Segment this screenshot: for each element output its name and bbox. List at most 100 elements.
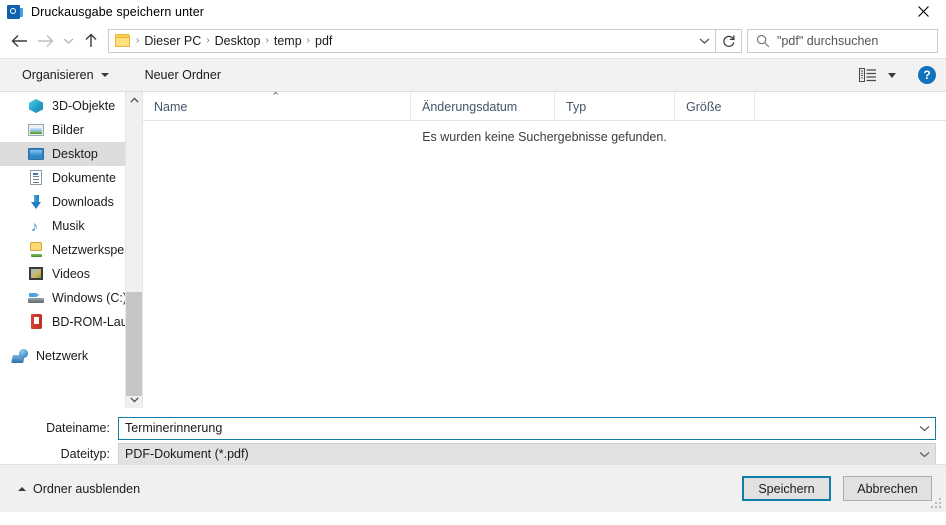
new-folder-label: Neuer Ordner	[144, 68, 222, 82]
dialog-footer: Ordner ausblenden Speichern Abbrechen	[0, 464, 946, 512]
column-header-name[interactable]: Name ⌃	[143, 91, 411, 120]
column-header-row: Name ⌃ Änderungsdatum Typ Größe	[143, 92, 946, 121]
breadcrumb-item-0[interactable]: Dieser PC	[140, 34, 205, 48]
toolbar-right-group: ?	[857, 66, 936, 84]
search-icon	[756, 34, 770, 47]
organize-label: Organisieren	[22, 68, 94, 82]
music-icon: ♪	[31, 218, 38, 234]
outlook-icon	[7, 4, 23, 20]
sidebar-item-label: Dokumente	[52, 171, 116, 185]
sidebar-item-label: Netzwerk	[36, 349, 89, 363]
hard-drive-icon	[28, 290, 45, 306]
network-drive-icon	[28, 242, 45, 258]
cancel-label: Abbrechen	[857, 481, 918, 496]
optical-drive-icon	[28, 314, 45, 330]
toolbar: Organisieren Neuer Ordner ?	[0, 58, 946, 92]
title-bar: Druckausgabe speichern unter	[0, 0, 946, 23]
column-header-size[interactable]: Größe	[675, 93, 755, 120]
column-label: Änderungsdatum	[422, 99, 518, 114]
desktop-icon	[28, 146, 45, 162]
picture-icon	[28, 122, 45, 138]
hide-folders-button[interactable]: Ordner ausblenden	[18, 482, 140, 496]
address-bar: › Dieser PC › Desktop › temp › pdf "pdf"…	[0, 23, 946, 58]
up-button[interactable]	[78, 28, 104, 54]
network-icon	[12, 348, 29, 364]
sidebar-item-label: Bilder	[52, 123, 84, 137]
sidebar-item-label: Videos	[52, 267, 90, 281]
sidebar-item-bd-rom-laufwerk[interactable]: BD-ROM-Laufw	[0, 310, 142, 334]
filename-value: Terminerinnerung	[125, 421, 223, 435]
refresh-icon[interactable]	[716, 28, 742, 53]
window-title: Druckausgabe speichern unter	[31, 4, 205, 19]
organize-button[interactable]: Organisieren	[18, 62, 113, 88]
view-chevron-down-icon[interactable]	[888, 72, 896, 78]
sidebar-item-windows-c[interactable]: Windows (C:)	[0, 286, 142, 310]
sidebar-item-downloads[interactable]: Downloads	[0, 190, 142, 214]
file-list-pane: Name ⌃ Änderungsdatum Typ Größe Es wurde…	[143, 92, 946, 408]
filetype-chevron-down-icon[interactable]	[919, 444, 930, 465]
view-list-icon[interactable]	[857, 66, 879, 84]
sidebar-item-label: Downloads	[52, 195, 114, 209]
search-placeholder: "pdf" durchsuchen	[777, 33, 879, 48]
empty-state-message: Es wurden keine Suchergebnisse gefunden.	[422, 130, 667, 144]
sort-ascending-icon: ⌃	[271, 91, 281, 103]
cube-icon	[28, 98, 45, 114]
column-label: Größe	[686, 99, 722, 114]
filetype-value: PDF-Dokument (*.pdf)	[125, 447, 249, 461]
column-label: Name	[154, 99, 188, 114]
sidebar-item-label: Desktop	[52, 147, 98, 161]
sidebar-item-label: Windows (C:)	[52, 291, 128, 305]
help-label: ?	[923, 68, 931, 82]
hide-folders-label: Ordner ausblenden	[33, 481, 141, 496]
scrollbar-thumb[interactable]	[126, 292, 142, 396]
navigation-pane: 3D-Objekte Bilder Desktop Dokumente Down…	[0, 92, 143, 408]
chevron-down-icon	[100, 73, 109, 77]
sidebar-item-desktop[interactable]: Desktop	[0, 142, 142, 166]
filetype-select[interactable]: PDF-Dokument (*.pdf)	[118, 442, 936, 466]
save-button[interactable]: Speichern	[742, 476, 831, 501]
document-icon	[28, 170, 45, 186]
download-icon	[28, 194, 45, 210]
video-icon	[28, 266, 45, 282]
help-icon[interactable]: ?	[918, 66, 936, 84]
cancel-button[interactable]: Abbrechen	[843, 476, 932, 501]
filename-chevron-down-icon[interactable]	[919, 418, 930, 439]
sidebar-item-musik[interactable]: ♪ Musik	[0, 214, 142, 238]
sidebar-item-bilder[interactable]: Bilder	[0, 118, 142, 142]
sidebar-item-netzwerk[interactable]: Netzwerk	[0, 344, 142, 368]
sidebar-item-dokumente[interactable]: Dokumente	[0, 166, 142, 190]
resize-grip-icon[interactable]	[931, 498, 943, 510]
scroll-up-chevron-up-icon[interactable]	[126, 92, 142, 109]
breadcrumb-bar[interactable]: › Dieser PC › Desktop › temp › pdf	[108, 28, 716, 53]
sidebar-scrollbar[interactable]	[125, 92, 142, 408]
filename-input[interactable]: Terminerinnerung	[118, 416, 936, 440]
column-header-type[interactable]: Typ	[555, 93, 675, 120]
scroll-down-chevron-down-icon[interactable]	[126, 391, 142, 408]
search-input[interactable]: "pdf" durchsuchen	[747, 28, 938, 53]
breadcrumb-item-2[interactable]: temp	[270, 34, 306, 48]
column-header-modified[interactable]: Änderungsdatum	[411, 93, 555, 120]
sidebar-item-label: Musik	[52, 219, 85, 233]
forward-button[interactable]	[32, 28, 58, 54]
filetype-label: Dateityp:	[60, 447, 110, 461]
filetype-row: Dateityp: PDF-Dokument (*.pdf)	[0, 442, 946, 466]
sidebar-item-label: 3D-Objekte	[52, 99, 116, 113]
breadcrumb-item-1[interactable]: Desktop	[211, 34, 265, 48]
breadcrumb-item-3[interactable]: pdf	[311, 34, 336, 48]
dialog-content: 3D-Objekte Bilder Desktop Dokumente Down…	[0, 92, 946, 408]
chevron-up-icon	[18, 486, 26, 491]
filename-row: Dateiname: Terminerinnerung	[0, 416, 946, 440]
save-form: Dateiname: Terminerinnerung Dateityp: PD…	[0, 408, 946, 466]
breadcrumb-chevron-down-icon[interactable]	[693, 30, 715, 52]
navigation-tree: 3D-Objekte Bilder Desktop Dokumente Down…	[0, 92, 142, 368]
column-label: Typ	[566, 99, 587, 114]
sidebar-item-3d-objekte[interactable]: 3D-Objekte	[0, 94, 142, 118]
sidebar-item-videos[interactable]: Videos	[0, 262, 142, 286]
history-dropdown-chevron-down-icon[interactable]	[58, 28, 78, 54]
close-icon[interactable]	[900, 0, 946, 23]
sidebar-item-netzwerkspeicher[interactable]: Netzwerkspeiche	[0, 238, 142, 262]
folder-icon	[115, 34, 131, 47]
new-folder-button[interactable]: Neuer Ordner	[141, 62, 225, 88]
back-button[interactable]	[6, 28, 32, 54]
